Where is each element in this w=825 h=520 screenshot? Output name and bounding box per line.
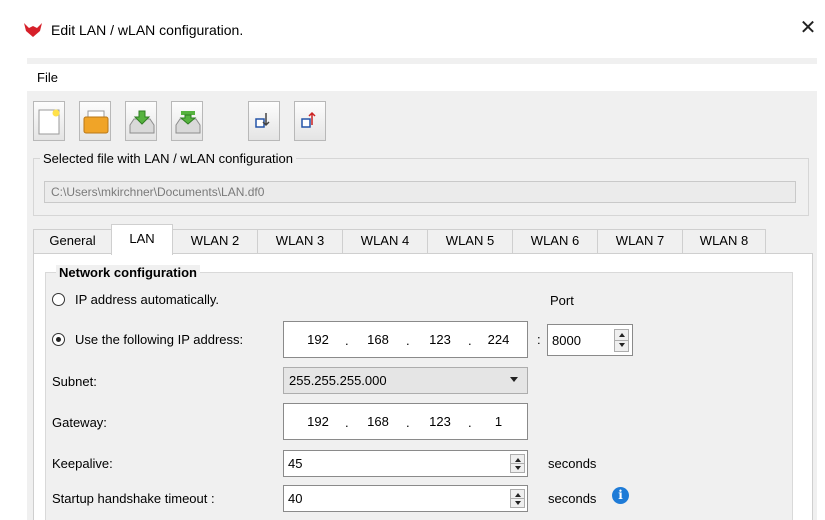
handshake-value: 40 — [288, 491, 303, 506]
save-device-icon — [175, 111, 201, 134]
tab-wlan-6[interactable]: WLAN 6 — [512, 229, 598, 253]
arrow-up-icon — [515, 493, 521, 497]
tab-wlan-4[interactable]: WLAN 4 — [342, 229, 428, 253]
file-group-label: Selected file with LAN / wLAN configurat… — [40, 151, 297, 166]
info-icon[interactable]: i — [612, 487, 629, 504]
keepalive-spinner[interactable]: 45 — [283, 450, 528, 477]
window-title: Edit LAN / wLAN configuration. — [51, 22, 244, 38]
port-separator: : — [537, 332, 541, 347]
keepalive-label: Keepalive: — [52, 456, 113, 471]
subnet-value: 255.255.255.000 — [289, 373, 387, 388]
ip-auto-label: IP address automatically. — [75, 292, 220, 307]
new-file-button[interactable] — [33, 101, 65, 141]
tab-lan[interactable]: LAN — [111, 224, 173, 255]
gateway-octet-2[interactable]: 168 — [352, 411, 404, 433]
file-path-field: C:\Users\mkirchner\Documents\LAN.df0 — [44, 181, 796, 203]
menu-file[interactable]: File — [37, 70, 58, 85]
ip-dot: . — [468, 415, 472, 430]
tab-wlan-7[interactable]: WLAN 7 — [597, 229, 683, 253]
open-folder-icon — [83, 110, 109, 134]
new-file-icon — [38, 109, 60, 135]
handshake-spinner[interactable]: 40 — [283, 485, 528, 512]
gateway-input: 192 . 168 . 123 . 1 — [283, 403, 528, 440]
gateway-label: Gateway: — [52, 415, 107, 430]
gateway-octet-3[interactable]: 123 — [414, 411, 466, 433]
ip-address-input: 192 . 168 . 123 . 224 — [283, 321, 528, 358]
load-device-icon — [129, 110, 155, 134]
network-group — [45, 272, 793, 520]
open-file-button[interactable] — [79, 101, 111, 141]
ip-octet-4[interactable]: 224 — [476, 329, 521, 351]
load-from-device-button[interactable] — [125, 101, 157, 141]
menu-bar — [27, 64, 817, 91]
export-button[interactable] — [294, 101, 326, 141]
port-down-button[interactable] — [614, 340, 629, 352]
ip-manual-radio[interactable] — [52, 333, 65, 346]
fox-logo-icon — [24, 23, 42, 37]
port-spinner[interactable]: 8000 — [547, 324, 633, 356]
network-group-label: Network configuration — [56, 265, 200, 280]
export-icon — [301, 111, 316, 128]
arrow-down-icon — [515, 466, 521, 470]
port-label: Port — [550, 293, 574, 308]
tab-wlan-3[interactable]: WLAN 3 — [257, 229, 343, 253]
tab-wlan-8[interactable]: WLAN 8 — [682, 229, 766, 253]
keepalive-value: 45 — [288, 456, 303, 471]
chevron-down-icon — [510, 377, 518, 382]
ip-dot: . — [406, 415, 410, 430]
import-button[interactable] — [248, 101, 280, 141]
arrow-up-icon — [619, 333, 625, 337]
ip-auto-radio[interactable] — [52, 293, 65, 306]
ip-dot: . — [345, 333, 349, 348]
arrow-down-icon — [619, 343, 625, 347]
gateway-octet-4[interactable]: 1 — [476, 411, 521, 433]
handshake-unit: seconds — [548, 491, 597, 506]
gateway-octet-1[interactable]: 192 — [294, 411, 342, 433]
arrow-down-icon — [515, 501, 521, 505]
ip-octet-3[interactable]: 123 — [414, 329, 466, 351]
save-to-device-button[interactable] — [171, 101, 203, 141]
keepalive-down-button[interactable] — [510, 463, 525, 473]
ip-octet-1[interactable]: 192 — [294, 329, 342, 351]
ip-dot: . — [468, 333, 472, 348]
ip-octet-2[interactable]: 168 — [352, 329, 404, 351]
tab-general[interactable]: General — [33, 229, 112, 253]
handshake-down-button[interactable] — [510, 498, 525, 508]
import-icon — [255, 113, 270, 128]
port-value: 8000 — [552, 333, 581, 348]
tab-wlan-5[interactable]: WLAN 5 — [427, 229, 513, 253]
tab-wlan-2[interactable]: WLAN 2 — [172, 229, 258, 253]
subnet-label: Subnet: — [52, 374, 97, 389]
ip-manual-label: Use the following IP address: — [75, 332, 244, 347]
keepalive-unit: seconds — [548, 456, 597, 471]
close-button[interactable]: ✕ — [796, 16, 820, 40]
handshake-label: Startup handshake timeout : — [52, 491, 215, 506]
ip-dot: . — [406, 333, 410, 348]
ip-dot: . — [345, 415, 349, 430]
arrow-up-icon — [515, 458, 521, 462]
